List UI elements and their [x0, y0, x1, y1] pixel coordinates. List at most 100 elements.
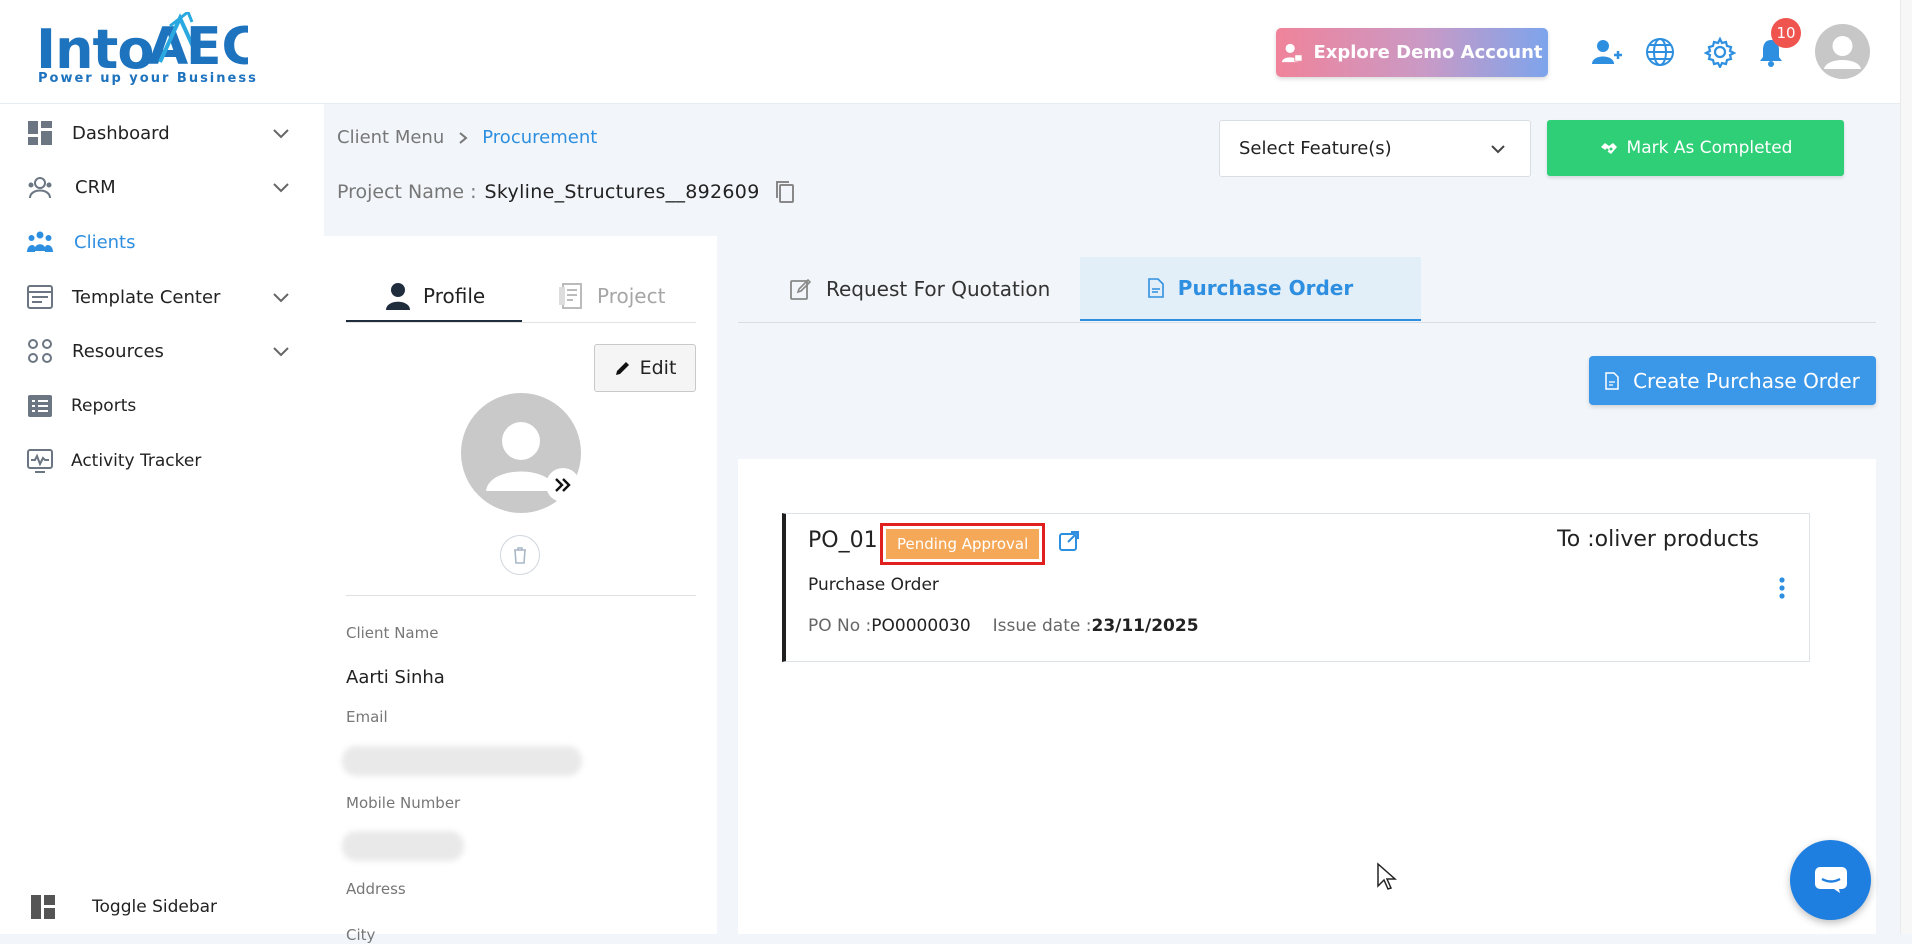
- sidebar-item-dashboard[interactable]: Dashboard: [0, 108, 324, 158]
- user-avatar[interactable]: [1815, 24, 1870, 79]
- create-purchase-order-button[interactable]: Create Purchase Order: [1589, 356, 1876, 405]
- user-lock-icon: [1282, 43, 1303, 62]
- sidebar-item-label: Dashboard: [72, 122, 170, 144]
- chevron-down-icon: [273, 347, 289, 357]
- edit-profile-button[interactable]: Edit: [594, 344, 696, 392]
- delete-avatar-button[interactable]: [500, 535, 540, 575]
- explore-demo-button[interactable]: Explore Demo Account: [1276, 28, 1548, 77]
- sidebar-item-clients[interactable]: Clients: [0, 217, 324, 267]
- tab-project[interactable]: Project: [557, 274, 665, 318]
- app-logo[interactable]: Into​ A EC Power up your Business: [36, 12, 256, 88]
- sidebar-item-label: Template Center: [72, 286, 221, 308]
- tab-po-label: Purchase Order: [1177, 276, 1354, 300]
- feature-select-dropdown[interactable]: Select Feature(s): [1219, 120, 1531, 177]
- activity-icon: [27, 449, 53, 473]
- tab-rfq-label: Request For Quotation: [826, 277, 1051, 301]
- pencil-icon: [615, 362, 629, 375]
- po-recipient: To :oliver products: [1557, 527, 1759, 552]
- purchase-order-card[interactable]: PO_01 Pending Approval To :oliver produc…: [782, 513, 1810, 662]
- tab-project-label: Project: [597, 284, 666, 308]
- settings-gear-icon[interactable]: [1704, 36, 1736, 68]
- tab-divider: [346, 322, 696, 323]
- tab-request-for-quotation[interactable]: Request For Quotation: [738, 257, 1080, 321]
- top-bar: Into​ A EC Power up your Business Explor…: [0, 0, 1912, 104]
- person-icon: [386, 283, 410, 310]
- file-icon: [1147, 278, 1164, 298]
- breadcrumb: Client Menu Procurement: [337, 127, 597, 148]
- toggle-sidebar-label: Toggle Sidebar: [92, 897, 218, 917]
- trash-icon: [514, 547, 526, 564]
- address-label: Address: [346, 880, 406, 898]
- mobile-value-redacted: [342, 831, 464, 861]
- email-value-redacted: [342, 746, 582, 776]
- mark-as-completed-button[interactable]: Mark As Completed: [1547, 120, 1844, 176]
- breadcrumb-client-menu[interactable]: Client Menu: [337, 127, 444, 148]
- template-icon: [27, 285, 53, 309]
- sidebar-item-resources[interactable]: Resources: [0, 326, 324, 376]
- issue-date-value: 23/11/2025: [1091, 616, 1199, 636]
- explore-demo-label: Explore Demo Account: [1313, 42, 1543, 63]
- breadcrumb-procurement[interactable]: Procurement: [482, 127, 597, 148]
- chat-support-button[interactable]: [1790, 840, 1871, 920]
- chevron-down-icon: [273, 293, 289, 303]
- sidebar-item-label: Resources: [72, 340, 164, 362]
- po-id: PO_01: [808, 528, 878, 553]
- logo-mark-icon: A EC: [148, 12, 248, 72]
- mobile-label: Mobile Number: [346, 794, 461, 812]
- file-icon: [1605, 371, 1619, 390]
- edit-document-icon: [790, 278, 812, 300]
- add-user-icon[interactable]: [1590, 36, 1622, 68]
- project-document-icon: [559, 283, 582, 309]
- chevron-right-icon: [459, 131, 468, 144]
- sidebar-item-reports[interactable]: Reports: [0, 381, 324, 431]
- status-badge: Pending Approval: [879, 523, 1046, 565]
- resources-icon: [28, 339, 52, 363]
- chevron-down-icon: [273, 183, 289, 193]
- sidebar: Dashboard CRM Clients Template Center Re…: [0, 104, 324, 934]
- svg-text:EC: EC: [186, 17, 248, 72]
- sidebar-item-label: CRM: [75, 176, 116, 198]
- crm-icon: [28, 177, 52, 199]
- sidebar-item-label: Clients: [74, 231, 136, 253]
- po-meta: PO No :PO0000030 Issue date :23/11/2025: [808, 616, 1199, 636]
- toggle-sidebar-icon: [31, 895, 55, 919]
- edit-label: Edit: [639, 357, 677, 379]
- project-name-value: Skyline_Structures__892609: [484, 181, 760, 203]
- sidebar-item-activity-tracker[interactable]: Activity Tracker: [0, 436, 324, 486]
- tab-profile-label: Profile: [423, 284, 486, 308]
- active-tab-indicator: [346, 320, 522, 322]
- issue-date-label: Issue date :: [992, 616, 1092, 636]
- project-name-label: Project Name :: [337, 181, 477, 203]
- page-scrollbar[interactable]: [1900, 0, 1912, 934]
- tab-purchase-order[interactable]: Purchase Order: [1080, 257, 1421, 321]
- external-link-icon[interactable]: [1058, 530, 1080, 552]
- more-options-icon[interactable]: [1778, 576, 1786, 600]
- sidebar-item-crm[interactable]: CRM: [0, 162, 324, 212]
- dashboard-icon: [28, 121, 52, 145]
- tab-profile[interactable]: Profile: [385, 274, 485, 318]
- logo-tagline: Power up your Business: [38, 71, 258, 86]
- create-purchase-order-label: Create Purchase Order: [1633, 368, 1860, 393]
- mark-as-completed-label: Mark As Completed: [1626, 138, 1793, 158]
- client-name-value: Aarti Sinha: [346, 667, 445, 688]
- profile-divider: [346, 595, 696, 596]
- expand-avatar-icon[interactable]: [546, 468, 580, 502]
- globe-icon[interactable]: [1644, 36, 1676, 68]
- email-label: Email: [346, 708, 388, 726]
- sidebar-item-template-center[interactable]: Template Center: [0, 272, 324, 322]
- po-no-label: PO No :: [808, 616, 872, 636]
- city-label: City: [346, 926, 376, 944]
- po-no-value: PO0000030: [871, 616, 971, 636]
- chevron-down-icon: [1491, 145, 1505, 154]
- chevron-down-icon: [273, 129, 289, 139]
- copy-icon[interactable]: [774, 180, 796, 204]
- reports-icon: [28, 395, 52, 417]
- clients-icon: [27, 231, 53, 252]
- notification-count-badge: 10: [1771, 18, 1801, 48]
- toggle-sidebar-button[interactable]: Toggle Sidebar: [0, 882, 324, 932]
- client-profile-panel: Profile Project Edit Client Name Aarti S…: [324, 236, 717, 944]
- tab-bar-divider: [738, 322, 1876, 323]
- project-name: Project Name : Skyline_Structures__89260…: [337, 180, 796, 204]
- chat-icon: [1814, 867, 1847, 893]
- feature-select-value: Select Feature(s): [1239, 138, 1392, 159]
